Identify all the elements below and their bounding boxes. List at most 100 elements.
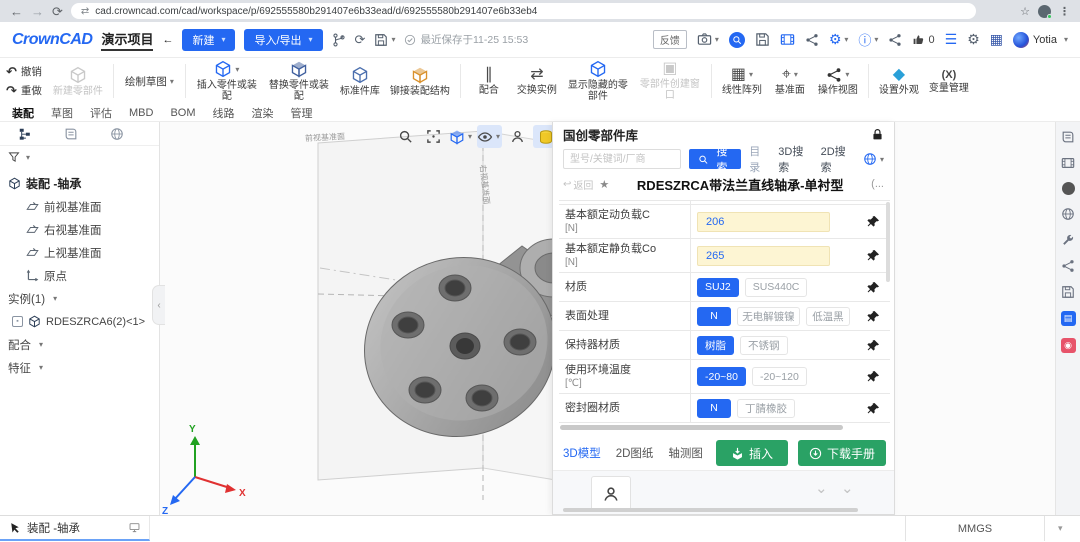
- units-caret-icon[interactable]: ▾: [1058, 523, 1063, 534]
- option-chip-selected[interactable]: N: [697, 399, 731, 418]
- option-chip-selected[interactable]: N: [697, 307, 731, 326]
- zoom-fit-icon[interactable]: [421, 125, 446, 148]
- tab-3d-model[interactable]: 3D模型: [563, 445, 601, 461]
- pin-button[interactable]: [856, 281, 890, 294]
- library-region-icon[interactable]: ▾: [863, 152, 884, 166]
- tab-bom[interactable]: BOM: [170, 107, 195, 119]
- tab-evaluate[interactable]: 评估: [90, 105, 112, 121]
- browser-profile-avatar[interactable]: [1038, 5, 1051, 18]
- redo-button[interactable]: ↷重做: [6, 83, 42, 99]
- browser-back-button[interactable]: ←: [10, 5, 23, 18]
- assets-icon[interactable]: [1061, 130, 1075, 144]
- list-menu-icon[interactable]: ☰: [945, 31, 958, 48]
- tab-assembly[interactable]: 装配: [12, 105, 34, 121]
- tree-tab-icon[interactable]: [18, 127, 32, 141]
- collaboration-icon[interactable]: [888, 33, 902, 47]
- pin-button[interactable]: [856, 310, 890, 323]
- preview-avatar-card[interactable]: [591, 476, 631, 512]
- site-permissions-icon[interactable]: ⇄: [81, 6, 89, 17]
- library-search-input[interactable]: [563, 149, 681, 169]
- option-chip[interactable]: 无电解镀镍: [737, 307, 800, 326]
- undo-button[interactable]: ↶撤销: [6, 64, 42, 80]
- ribbon-replace-part[interactable]: 替换零件或装配: [263, 59, 335, 103]
- ribbon-swap-instance[interactable]: ⇄ 交换实例: [512, 66, 562, 97]
- library-catalog-link[interactable]: 目录: [749, 143, 770, 175]
- import-export-button[interactable]: 导入/导出▾: [244, 29, 322, 51]
- screenshot-icon[interactable]: ▾: [697, 32, 719, 47]
- tree-filter[interactable]: ▾: [0, 146, 159, 168]
- panel-horizontal-scrollbar[interactable]: [563, 508, 858, 512]
- address-bar[interactable]: ⇄ cad.crowncad.com/cad/workspace/p/69255…: [71, 3, 976, 19]
- version-branch-icon[interactable]: [332, 33, 346, 47]
- download-manual-button[interactable]: 下载手册: [798, 440, 886, 466]
- chat-icon[interactable]: ▤: [1061, 311, 1076, 326]
- docs-icon[interactable]: [1061, 285, 1075, 299]
- option-chip[interactable]: 不锈钢: [740, 336, 788, 355]
- tab-2d-drawing[interactable]: 2D图纸: [616, 445, 654, 461]
- open-in-new-icon[interactable]: [129, 522, 140, 533]
- tree-root-assembly[interactable]: 装配 -轴承: [0, 172, 159, 195]
- ribbon-linear-pattern[interactable]: ▦▾ 线性阵列: [717, 66, 767, 97]
- ribbon-variables[interactable]: (X) 变量管理: [924, 68, 974, 95]
- new-button[interactable]: 新建▾: [182, 29, 235, 51]
- tab-axonometric[interactable]: 轴测图: [668, 445, 703, 461]
- insert-button[interactable]: 插入: [716, 440, 788, 466]
- ribbon-insert-part[interactable]: ▾ 插入零件或装配: [191, 59, 263, 103]
- option-chip-selected[interactable]: -20~80: [697, 367, 746, 386]
- collapse-header-icon[interactable]: ←: [162, 34, 173, 46]
- ribbon-appearance[interactable]: ◆ 设置外观: [874, 66, 924, 97]
- lock-icon[interactable]: [871, 128, 884, 141]
- tree-group-instances[interactable]: 实例(1)▾: [0, 287, 159, 310]
- ribbon-draw-sketch[interactable]: 绘制草图▾: [119, 74, 180, 89]
- tab-mbd[interactable]: MBD: [129, 107, 153, 119]
- tab-render[interactable]: 渲染: [252, 105, 274, 121]
- gear2-icon[interactable]: ⚙: [967, 31, 980, 48]
- table-horizontal-scrollbar[interactable]: [560, 425, 843, 430]
- save-icon[interactable]: ▾: [374, 33, 395, 47]
- favorite-icon[interactable]: ★: [599, 178, 609, 191]
- like-button[interactable]: 0: [912, 33, 934, 46]
- option-chip[interactable]: 丁腈橡胶: [737, 399, 795, 418]
- ribbon-mate[interactable]: ∥ 配合: [466, 66, 512, 97]
- pin-button[interactable]: [856, 249, 890, 262]
- pin-button[interactable]: [856, 402, 890, 415]
- drawing-card-icon[interactable]: [780, 32, 795, 47]
- plugin-icon[interactable]: [1061, 259, 1075, 273]
- mate-tab-icon[interactable]: [64, 127, 78, 141]
- value-input[interactable]: 206: [697, 212, 830, 232]
- settings-gear-icon[interactable]: ⚙▾: [829, 31, 849, 48]
- ribbon-datum[interactable]: ⌖▾ 基准面: [767, 66, 813, 97]
- library-search-button[interactable]: 搜索: [689, 149, 741, 169]
- info-icon[interactable]: ⓘ▾: [858, 30, 878, 49]
- display-states-tab-icon[interactable]: [110, 127, 124, 141]
- sync-icon[interactable]: ⟳: [355, 32, 366, 48]
- pin-button[interactable]: [856, 339, 890, 352]
- tree-item-instance[interactable]: ▪ RDESZRCA6(2)<1>: [0, 310, 159, 333]
- user-menu[interactable]: Yotia▾: [1013, 32, 1068, 48]
- document-tab-assembly[interactable]: 装配 -轴承: [0, 516, 150, 541]
- tree-item-origin[interactable]: 原点: [0, 264, 159, 287]
- pin-button[interactable]: [856, 215, 890, 228]
- option-chip[interactable]: SUS440C: [745, 278, 808, 297]
- ribbon-standard-library[interactable]: 标准件库: [335, 65, 385, 98]
- community-icon[interactable]: [1061, 207, 1075, 221]
- apps-grid-icon[interactable]: ▦: [990, 31, 1003, 48]
- browser-reload-button[interactable]: ⟳: [52, 5, 63, 18]
- option-chip[interactable]: 低温黑: [806, 307, 850, 326]
- print-icon[interactable]: [755, 32, 770, 47]
- tab-sketch[interactable]: 草图: [51, 105, 73, 121]
- units-selector[interactable]: MMGS: [905, 516, 1045, 541]
- ribbon-rivet-structure[interactable]: 铆接装配结构: [385, 65, 455, 98]
- tools-icon[interactable]: [1061, 233, 1075, 247]
- tree-item-front-plane[interactable]: 前视基准面: [0, 195, 159, 218]
- share-icon[interactable]: [805, 33, 819, 47]
- option-chip[interactable]: -20~120: [752, 367, 807, 386]
- view-orientation-icon[interactable]: ▾: [449, 125, 474, 148]
- ribbon-show-hidden[interactable]: 显示隐藏的零部件: [562, 59, 634, 103]
- tree-item-right-plane[interactable]: 右视基准面: [0, 218, 159, 241]
- library-back-button[interactable]: ↩ 返回: [563, 177, 593, 192]
- ribbon-operate-view[interactable]: ▾ 操作视图: [813, 66, 863, 97]
- library-2d-search-link[interactable]: 2D搜索: [821, 143, 855, 175]
- tab-routing[interactable]: 线路: [213, 105, 235, 121]
- library-3d-search-link[interactable]: 3D搜索: [778, 143, 812, 175]
